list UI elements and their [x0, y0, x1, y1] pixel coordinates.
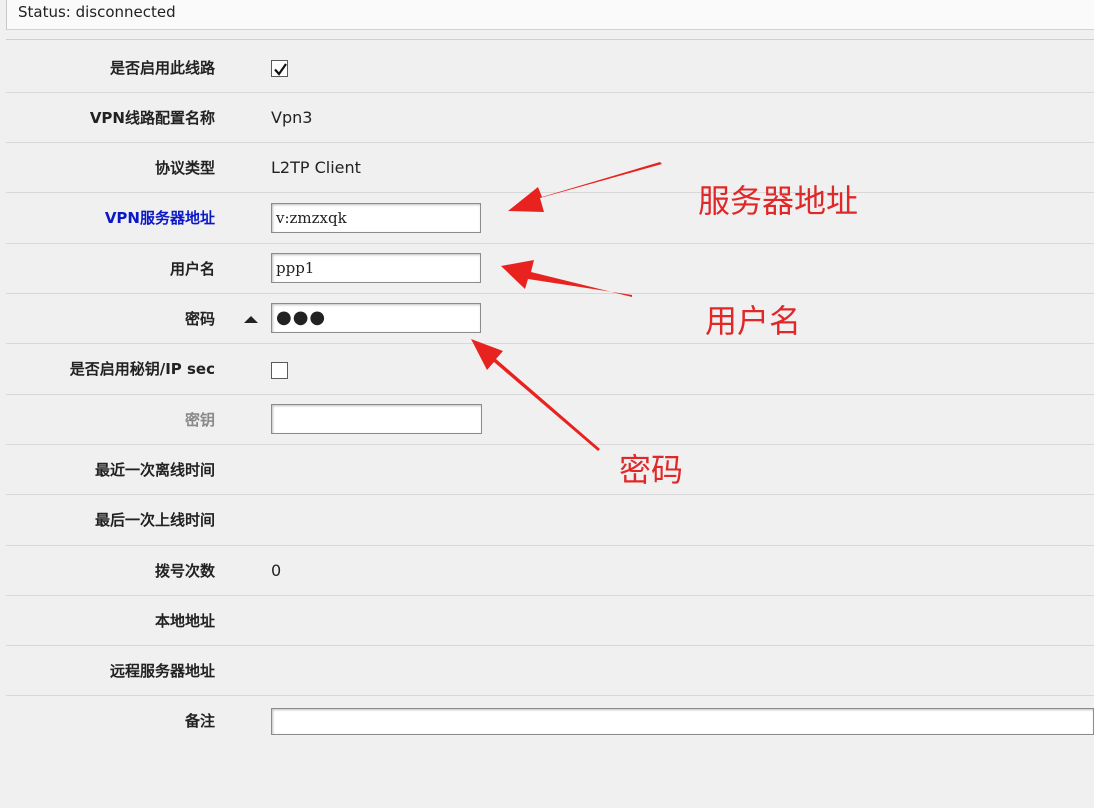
- annotation-username: 用户名: [705, 302, 802, 340]
- arrow-to-server-address: [508, 162, 662, 212]
- annotation-arrows: [471, 162, 662, 451]
- arrow-to-password: [471, 339, 600, 451]
- annotation-server: 服务器地址: [698, 182, 859, 220]
- arrow-to-username: [501, 260, 632, 297]
- annotation-password: 密码: [619, 451, 684, 489]
